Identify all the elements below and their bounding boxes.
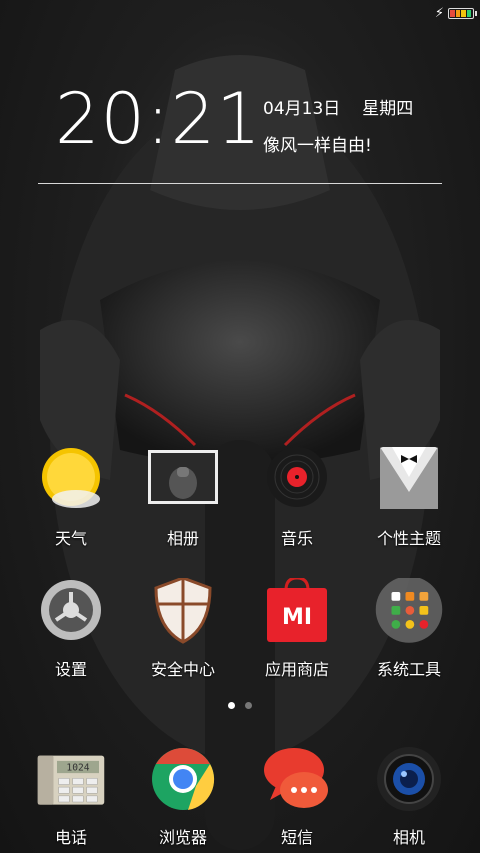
app-label: 个性主题 bbox=[376, 529, 441, 548]
battery-icon bbox=[448, 7, 477, 19]
motto-text: 像风一样自由! bbox=[263, 136, 372, 156]
phone-icon: 1024 bbox=[36, 746, 106, 816]
mi-store-bag-icon: MI bbox=[262, 576, 332, 648]
app-music[interactable]: 音乐 bbox=[242, 447, 352, 549]
page-dot-active[interactable] bbox=[228, 702, 235, 709]
app-label: 应用商店 bbox=[264, 660, 329, 679]
dock-app-messages[interactable]: 短信 bbox=[242, 746, 352, 848]
dock-app-browser[interactable]: 浏览器 bbox=[128, 746, 238, 848]
widget-divider bbox=[38, 183, 442, 184]
status-bar: ⚡ bbox=[434, 4, 477, 22]
dock-app-phone[interactable]: 1024 电话 bbox=[16, 746, 126, 848]
app-gallery[interactable]: 相册 bbox=[128, 447, 238, 549]
app-label: 设置 bbox=[54, 660, 87, 679]
bolt-icon: ⚡ bbox=[434, 5, 444, 21]
clock-time: 20:21 bbox=[55, 78, 262, 160]
security-shield-icon bbox=[148, 576, 218, 648]
app-label: 天气 bbox=[54, 529, 87, 548]
clock-date: 04月13日 星期四 bbox=[263, 94, 413, 119]
gallery-icon bbox=[148, 447, 218, 517]
page-dot[interactable] bbox=[245, 702, 252, 709]
app-system-tools-folder[interactable]: 系统工具 bbox=[354, 576, 464, 680]
app-label: 相册 bbox=[166, 529, 199, 548]
camera-lens-icon bbox=[374, 746, 444, 816]
browser-chrome-icon bbox=[148, 746, 218, 816]
dock-app-camera[interactable]: 相机 bbox=[354, 746, 464, 848]
app-label: 浏览器 bbox=[158, 828, 207, 847]
settings-gear-icon bbox=[36, 578, 106, 648]
music-record-icon bbox=[262, 447, 332, 517]
app-mi-store[interactable]: MI 应用商店 bbox=[242, 576, 352, 680]
phone-display-text: 1024 bbox=[66, 763, 89, 774]
svg-text:MI: MI bbox=[282, 605, 312, 630]
weekday-text: 星期四 bbox=[362, 99, 414, 119]
weather-sun-icon bbox=[36, 447, 106, 517]
app-label: 安全中心 bbox=[150, 660, 215, 679]
app-label: 相机 bbox=[392, 828, 425, 847]
app-label: 短信 bbox=[280, 828, 313, 847]
system-tools-folder-icon bbox=[374, 576, 444, 648]
app-label: 音乐 bbox=[280, 529, 313, 548]
app-themes[interactable]: 个性主题 bbox=[354, 447, 464, 549]
app-weather[interactable]: 天气 bbox=[16, 447, 126, 549]
app-security[interactable]: 安全中心 bbox=[128, 576, 238, 680]
app-label: 电话 bbox=[54, 828, 87, 847]
themes-tuxedo-icon bbox=[374, 447, 444, 517]
app-label: 系统工具 bbox=[376, 660, 441, 679]
page-indicator[interactable] bbox=[0, 702, 480, 709]
app-settings[interactable]: 设置 bbox=[16, 578, 126, 680]
date-text: 04月13日 bbox=[263, 99, 341, 119]
messages-bubble-icon bbox=[262, 746, 332, 816]
